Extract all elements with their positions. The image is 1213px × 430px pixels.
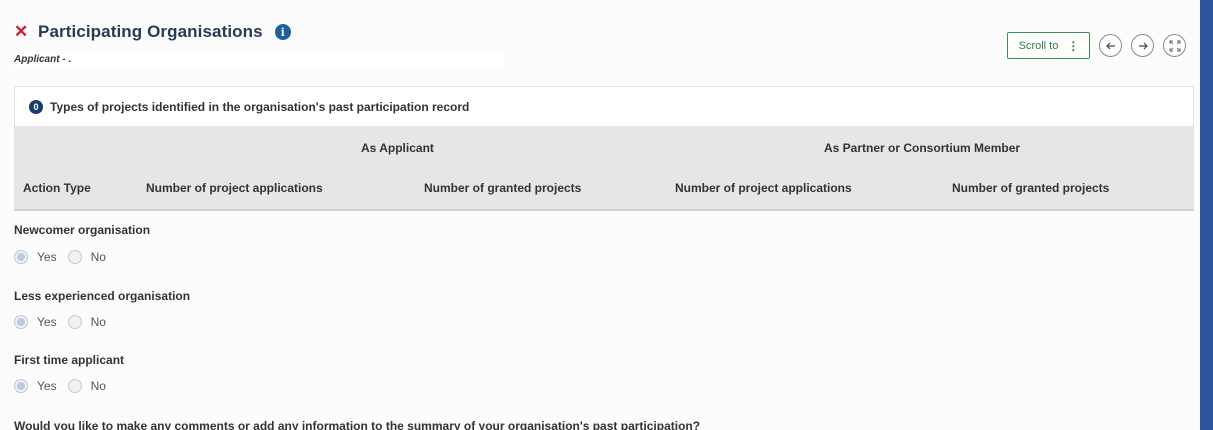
kebab-menu-icon: ⋮: [1067, 38, 1079, 53]
first-time-applicant-label: First time applicant: [14, 353, 125, 367]
newcomer-yes-label: Yes: [37, 250, 57, 264]
past-participation-title: Types of projects identified in the orga…: [50, 99, 470, 114]
newcomer-radio-group: Yes No: [14, 250, 117, 264]
section-title: Participating Organisations: [38, 22, 263, 41]
scroll-to-label: Scroll to: [1018, 39, 1059, 52]
arrow-right-icon[interactable]: [1131, 34, 1154, 57]
scroll-to-button[interactable]: Scroll to ⋮: [1007, 32, 1090, 59]
section-header: ✕ Participating Organisations i: [14, 20, 291, 44]
newcomer-yes-radio[interactable]: [14, 250, 28, 264]
first-time-applicant-no-radio[interactable]: [67, 379, 82, 393]
less-experienced-yes-label: Yes: [37, 315, 57, 329]
first-time-applicant-yes-radio[interactable]: [14, 379, 28, 393]
applicant-subtitle: Applicant - .: [14, 54, 72, 65]
column-applicant-applications: Number of project applications: [146, 181, 323, 195]
past-participation-heading: 0 Types of projects identified in the or…: [14, 86, 1194, 126]
info-icon[interactable]: i: [274, 24, 291, 40]
comments-question: Would you like to make any comments or a…: [14, 419, 701, 430]
column-action-type: Action Type: [23, 181, 91, 195]
column-partner-applications: Number of project applications: [675, 181, 852, 195]
less-experienced-no-radio[interactable]: [67, 315, 82, 329]
newcomer-no-radio[interactable]: [67, 250, 82, 264]
subtitle-bar: [14, 53, 504, 69]
newcomer-no-label: No: [90, 250, 106, 264]
less-experienced-label: Less experienced organisation: [14, 289, 191, 303]
less-experienced-yes-radio[interactable]: [14, 315, 28, 329]
fullscreen-icon[interactable]: [1163, 34, 1186, 57]
side-accent-bar: [1200, 0, 1213, 430]
less-experienced-radio-group: Yes No: [14, 315, 117, 329]
first-time-applicant-no-label: No: [90, 379, 106, 393]
count-badge: 0: [29, 99, 43, 114]
column-partner-granted: Number of granted projects: [952, 181, 1110, 195]
toolbar: Scroll to ⋮: [1007, 32, 1186, 59]
page: ✕ Participating Organisations i Applican…: [0, 0, 1200, 430]
first-time-applicant-radio-group: Yes No: [14, 379, 117, 393]
first-time-applicant-yes-label: Yes: [37, 379, 57, 393]
group-as-applicant: As Applicant: [361, 141, 434, 155]
column-applicant-granted: Number of granted projects: [424, 181, 582, 195]
participation-table-header: As Applicant As Partner or Consortium Me…: [14, 126, 1194, 211]
less-experienced-no-label: No: [90, 315, 106, 329]
arrow-left-icon[interactable]: [1099, 34, 1122, 57]
close-icon[interactable]: ✕: [14, 20, 32, 44]
newcomer-label: Newcomer organisation: [14, 223, 151, 237]
group-as-partner: As Partner or Consortium Member: [824, 141, 1021, 155]
